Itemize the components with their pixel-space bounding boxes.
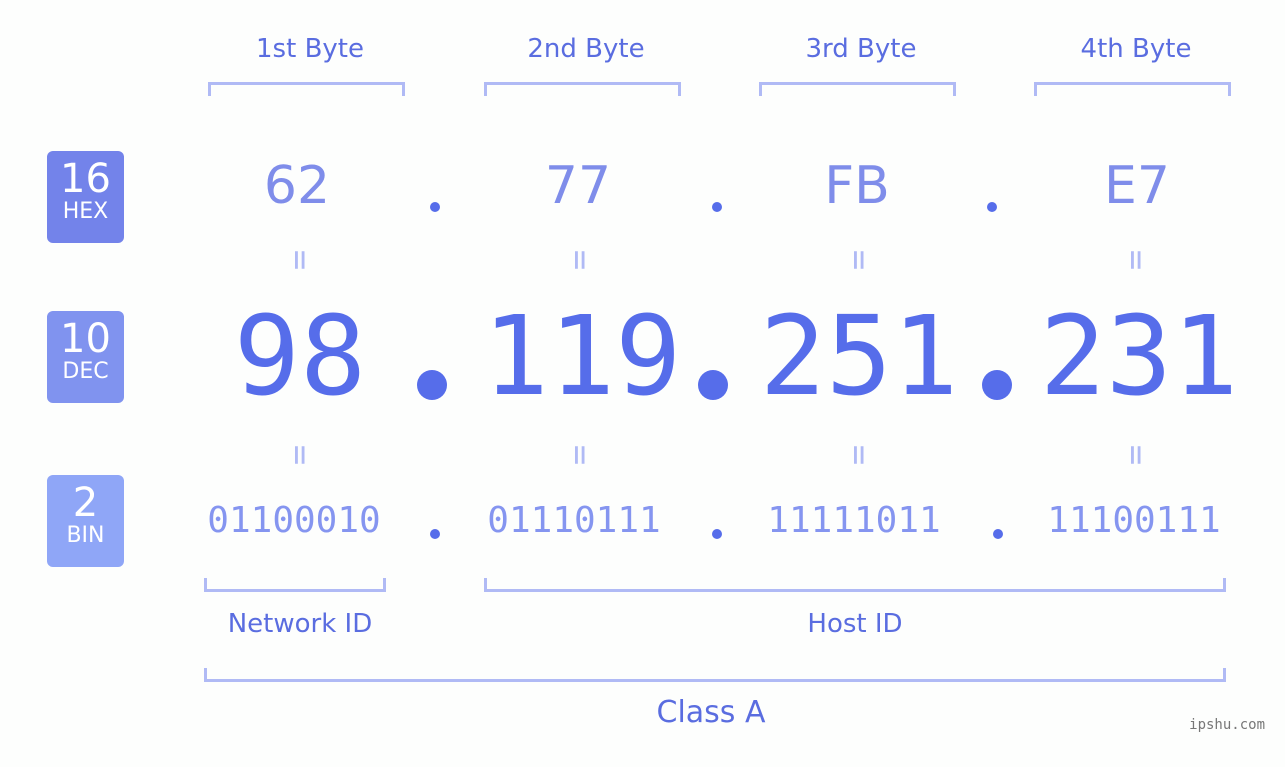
equals-icon: =: [839, 249, 879, 271]
bin-octet-2: 01110111: [487, 500, 661, 541]
equals-icon: =: [1116, 444, 1156, 466]
bin-badge-base: 2: [72, 480, 99, 526]
network-id-label: Network ID: [227, 609, 373, 639]
dec-separator-dot: [417, 370, 447, 400]
dec-octet-4: 231: [1039, 292, 1239, 420]
bin-octet-4: 11100111: [1047, 500, 1221, 541]
dec-badge-base: 10: [60, 316, 111, 362]
dec-octet-3: 251: [759, 292, 959, 420]
equals-icon: =: [560, 444, 600, 466]
bin-badge-label: BIN: [66, 523, 105, 548]
dec-separator-dot: [698, 370, 728, 400]
hex-badge-base: 16: [60, 156, 111, 202]
hex-separator-dot: [712, 202, 722, 212]
equals-icon: =: [280, 249, 320, 271]
bin-badge: 2 BIN: [47, 475, 124, 567]
host-id-label: Host ID: [807, 609, 903, 639]
equals-icon: =: [1116, 249, 1156, 271]
bin-separator-dot: [993, 529, 1003, 539]
hex-octet-2: 77: [544, 156, 612, 216]
dec-octet-1: 98: [233, 292, 367, 420]
hex-separator-dot: [987, 202, 997, 212]
byte-bracket-4: [1034, 82, 1231, 96]
class-bracket: [204, 668, 1226, 682]
class-label: Class A: [656, 695, 766, 730]
dec-badge-label: DEC: [62, 359, 109, 384]
byte-label-4: 4th Byte: [1080, 34, 1192, 64]
hex-badge-label: HEX: [62, 199, 109, 224]
host-id-bracket: [484, 578, 1226, 592]
byte-bracket-2: [484, 82, 681, 96]
hex-octet-3: FB: [824, 156, 890, 216]
byte-bracket-3: [759, 82, 956, 96]
bin-separator-dot: [430, 529, 440, 539]
byte-label-2: 2nd Byte: [527, 34, 645, 64]
hex-octet-4: E7: [1104, 156, 1170, 216]
equals-icon: =: [280, 444, 320, 466]
equals-icon: =: [560, 249, 600, 271]
network-id-bracket: [204, 578, 386, 592]
dec-octet-2: 119: [482, 292, 682, 420]
dec-badge: 10 DEC: [47, 311, 124, 403]
dec-separator-dot: [982, 370, 1012, 400]
bin-octet-3: 11111011: [767, 500, 941, 541]
hex-separator-dot: [430, 202, 440, 212]
byte-label-3: 3rd Byte: [805, 34, 917, 64]
hex-octet-1: 62: [263, 156, 331, 216]
byte-label-1: 1st Byte: [256, 34, 364, 64]
bin-separator-dot: [712, 529, 722, 539]
equals-icon: =: [839, 444, 879, 466]
watermark: ipshu.com: [1189, 717, 1265, 733]
byte-bracket-1: [208, 82, 405, 96]
hex-badge: 16 HEX: [47, 151, 124, 243]
bin-octet-1: 01100010: [207, 500, 381, 541]
